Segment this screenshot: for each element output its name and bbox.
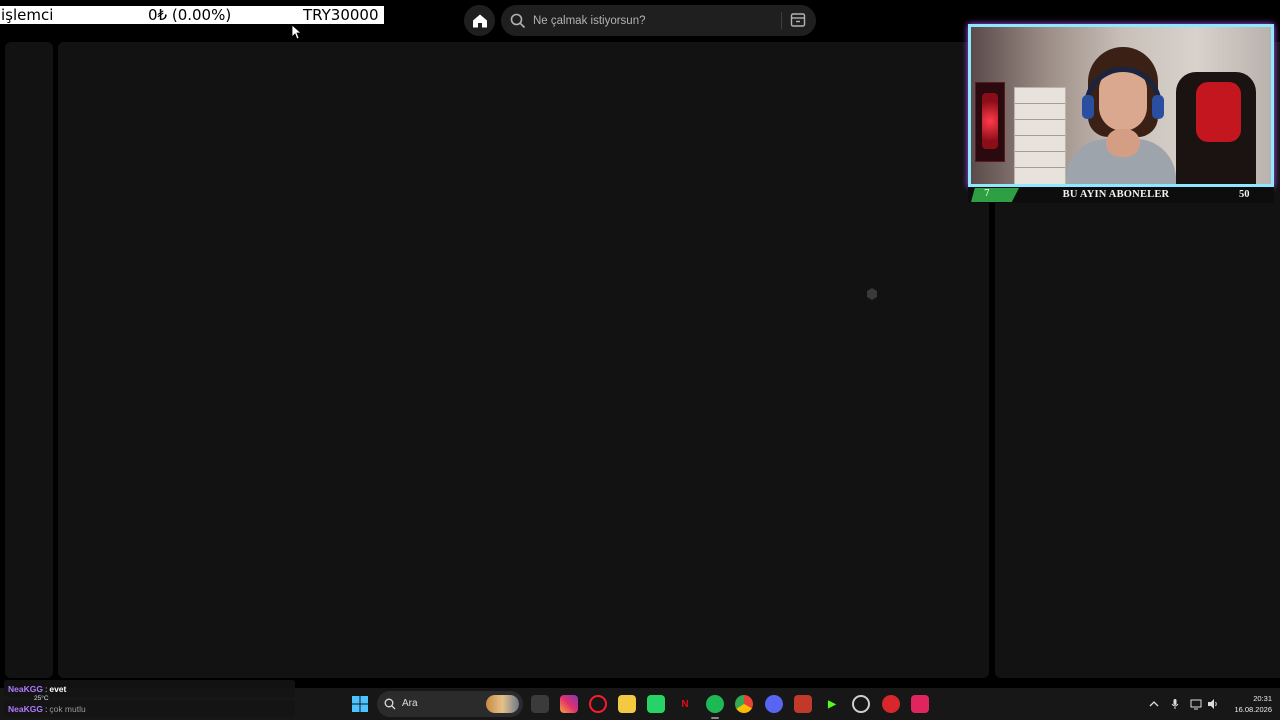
chat-text: çok mutlu bbox=[49, 703, 86, 714]
taskbar-search-icon bbox=[384, 698, 396, 710]
main-content bbox=[58, 42, 989, 678]
friends-icon[interactable] bbox=[1124, 12, 1136, 24]
chat-separator: : bbox=[44, 703, 48, 714]
file-explorer-icon[interactable] bbox=[618, 695, 636, 713]
taskbar-search[interactable]: Ara bbox=[377, 691, 523, 717]
search-input[interactable] bbox=[533, 5, 773, 36]
spotify-active-indicator bbox=[711, 717, 719, 719]
opera-icon[interactable] bbox=[589, 695, 607, 713]
stock-ticker: işlemci 0₺ (0.00%) TRY30000 bbox=[0, 6, 384, 24]
pocket-icon[interactable] bbox=[911, 695, 929, 713]
search-divider bbox=[781, 12, 782, 29]
ticker-change: 0₺ (0.00%) bbox=[148, 6, 232, 24]
photos-icon[interactable] bbox=[794, 695, 812, 713]
browse-icon[interactable] bbox=[790, 12, 806, 28]
subscriber-title: BU AYIN ABONELER bbox=[1062, 189, 1170, 200]
top-right-controls bbox=[1096, 12, 1136, 24]
home-icon bbox=[472, 14, 487, 27]
kick-icon[interactable]: ▶ bbox=[823, 695, 841, 713]
ticker-price: TRY30000 bbox=[303, 6, 379, 24]
steam-icon[interactable] bbox=[852, 695, 870, 713]
chevron-up-icon[interactable] bbox=[1148, 698, 1160, 710]
weather-temp: 25°C bbox=[34, 695, 49, 702]
instagram-icon[interactable] bbox=[560, 695, 578, 713]
webcam-overlay bbox=[968, 24, 1274, 187]
subscriber-count-right: 50 bbox=[1239, 189, 1250, 200]
ticker-name: işlemci bbox=[1, 6, 54, 24]
chat-message: NeaKGG : çok mutlu bbox=[4, 700, 295, 717]
netflix-icon[interactable]: N bbox=[676, 695, 694, 713]
library-sidebar bbox=[5, 42, 53, 678]
bell-icon[interactable] bbox=[1096, 12, 1108, 24]
search-highlight-image bbox=[486, 695, 519, 713]
volume-icon[interactable] bbox=[1207, 698, 1219, 710]
chat-username: NeaKGG bbox=[8, 703, 43, 714]
whatsapp-icon[interactable] bbox=[647, 695, 665, 713]
chat-text: evet bbox=[49, 683, 67, 694]
taskbar-search-label: Ara bbox=[402, 698, 418, 709]
chrome-icon[interactable] bbox=[735, 695, 753, 713]
loading-icon bbox=[867, 288, 877, 300]
mouse-cursor-icon bbox=[291, 24, 301, 40]
search-bar[interactable] bbox=[501, 5, 816, 36]
system-clock[interactable]: 20:31 16.08.2026 bbox=[1226, 693, 1272, 715]
discord-icon[interactable] bbox=[765, 695, 783, 713]
chat-username: NeaKGG bbox=[8, 683, 43, 694]
spotify-icon[interactable] bbox=[706, 695, 724, 713]
microphone-icon[interactable] bbox=[1169, 698, 1181, 710]
chat-separator: : bbox=[44, 683, 48, 694]
dresser bbox=[1014, 87, 1066, 184]
streaming-app-icon[interactable] bbox=[882, 695, 900, 713]
home-button[interactable] bbox=[464, 5, 495, 36]
network-icon[interactable] bbox=[1190, 698, 1202, 710]
task-view-icon[interactable] bbox=[531, 695, 549, 713]
streamer bbox=[1066, 47, 1176, 184]
clock-date: 16.08.2026 bbox=[1234, 705, 1272, 714]
gaming-chair bbox=[1176, 72, 1256, 184]
search-icon bbox=[510, 13, 526, 29]
clock-time: 20:31 bbox=[1253, 694, 1272, 703]
subscriber-bar: 7 BU AYIN ABONELER 50 bbox=[968, 187, 1274, 203]
pc-case bbox=[975, 82, 1005, 162]
windows-start-icon[interactable] bbox=[352, 696, 368, 712]
